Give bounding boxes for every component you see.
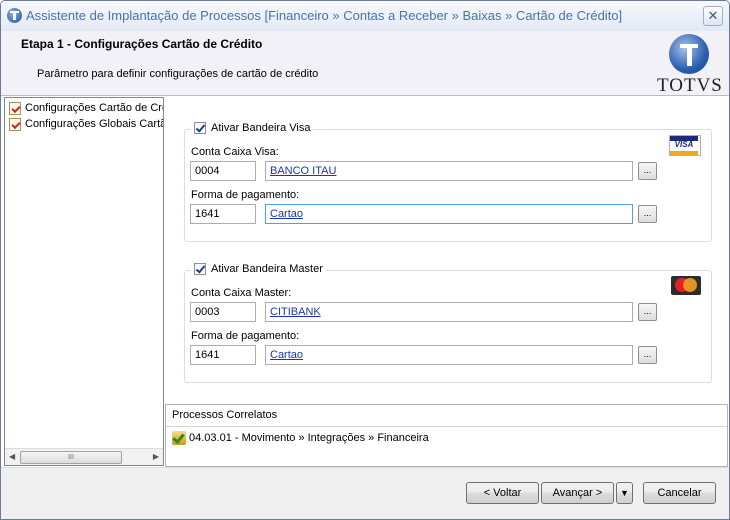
totvs-logo-text: TOTVS bbox=[657, 75, 723, 96]
checklist-icon bbox=[9, 117, 21, 131]
scroll-right-icon[interactable]: ▶ bbox=[153, 452, 159, 461]
visa-account-code-input[interactable]: 0004 bbox=[190, 161, 256, 181]
related-processes-panel: Processos Correlatos 04.03.01 - Moviment… bbox=[165, 404, 728, 467]
tree-item-label: Configurações Globais Cartão bbox=[25, 118, 164, 130]
visa-logo-text: VISA bbox=[674, 140, 694, 149]
process-check-icon bbox=[172, 431, 186, 445]
related-process-label: 04.03.01 - Movimento » Integrações » Fin… bbox=[189, 432, 429, 444]
cancel-button[interactable]: Cancelar bbox=[643, 482, 716, 504]
close-button[interactable]: ✕ bbox=[703, 6, 723, 26]
totvs-app-icon bbox=[7, 8, 22, 23]
scroll-thumb[interactable]: III bbox=[20, 451, 122, 464]
master-payment-name-input[interactable]: Cartao bbox=[265, 345, 633, 365]
master-payment-code-input[interactable]: 1641 bbox=[190, 345, 256, 365]
back-button[interactable]: < Voltar bbox=[466, 482, 539, 504]
window-title: Assistente de Implantação de Processos [… bbox=[26, 8, 623, 23]
master-checkbox-label: Ativar Bandeira Master bbox=[211, 263, 323, 275]
master-account-code-input[interactable]: 0003 bbox=[190, 302, 256, 322]
checkbox-checked-icon[interactable] bbox=[194, 263, 206, 275]
master-payment-lookup-button[interactable]: ... bbox=[638, 346, 657, 364]
config-content: Ativar Bandeira Visa VISA Conta Caixa Vi… bbox=[165, 97, 727, 403]
visa-logo-icon: VISA bbox=[669, 135, 701, 156]
master-account-label: Conta Caixa Master: bbox=[191, 287, 292, 299]
step-title: Etapa 1 - Configurações Cartão de Crédit… bbox=[21, 37, 263, 51]
master-account-name-input[interactable]: CITIBANK bbox=[265, 302, 633, 322]
visa-payment-name-input[interactable]: Cartao bbox=[265, 204, 633, 224]
visa-payment-lookup-button[interactable]: ... bbox=[638, 205, 657, 223]
wizard-footer: < Voltar Avançar > ▼ Cancelar bbox=[1, 467, 729, 519]
title-bar: Assistente de Implantação de Processos [… bbox=[1, 1, 729, 32]
mastercard-logo-icon bbox=[671, 276, 701, 295]
tree-item-globais[interactable]: Configurações Globais Cartão bbox=[9, 116, 164, 132]
related-processes-header: Processos Correlatos bbox=[166, 405, 727, 427]
next-button[interactable]: Avançar > bbox=[541, 482, 614, 504]
master-checkbox[interactable]: Ativar Bandeira Master bbox=[191, 263, 326, 275]
checkbox-checked-icon[interactable] bbox=[194, 122, 206, 134]
master-payment-label: Forma de pagamento: bbox=[191, 330, 300, 342]
master-group: Ativar Bandeira Master Conta Caixa Maste… bbox=[184, 263, 712, 383]
wizard-window: Assistente de Implantação de Processos [… bbox=[0, 0, 730, 520]
next-dropdown-button[interactable]: ▼ bbox=[616, 482, 633, 504]
checklist-icon bbox=[9, 101, 21, 115]
steps-tree: Configurações Cartão de Crédito Configur… bbox=[4, 97, 164, 466]
visa-account-name-input[interactable]: BANCO ITAU bbox=[265, 161, 633, 181]
scroll-left-icon[interactable]: ◀ bbox=[9, 452, 15, 461]
step-header: Etapa 1 - Configurações Cartão de Crédit… bbox=[1, 31, 729, 96]
tree-item-cartao[interactable]: Configurações Cartão de Crédito bbox=[9, 100, 163, 116]
visa-account-lookup-button[interactable]: ... bbox=[638, 162, 657, 180]
tree-item-label: Configurações Cartão de Crédito bbox=[25, 102, 163, 114]
master-account-lookup-button[interactable]: ... bbox=[638, 303, 657, 321]
totvs-logo-icon bbox=[669, 34, 709, 74]
visa-group: Ativar Bandeira Visa VISA Conta Caixa Vi… bbox=[184, 122, 712, 242]
step-description: Parâmetro para definir configurações de … bbox=[37, 68, 319, 80]
visa-checkbox[interactable]: Ativar Bandeira Visa bbox=[191, 122, 314, 134]
related-process-item[interactable]: 04.03.01 - Movimento » Integrações » Fin… bbox=[172, 431, 429, 445]
horizontal-scrollbar[interactable]: ◀ III ▶ bbox=[5, 448, 163, 465]
visa-payment-code-input[interactable]: 1641 bbox=[190, 204, 256, 224]
visa-payment-label: Forma de pagamento: bbox=[191, 189, 300, 201]
visa-checkbox-label: Ativar Bandeira Visa bbox=[211, 122, 311, 134]
visa-account-label: Conta Caixa Visa: bbox=[191, 146, 279, 158]
